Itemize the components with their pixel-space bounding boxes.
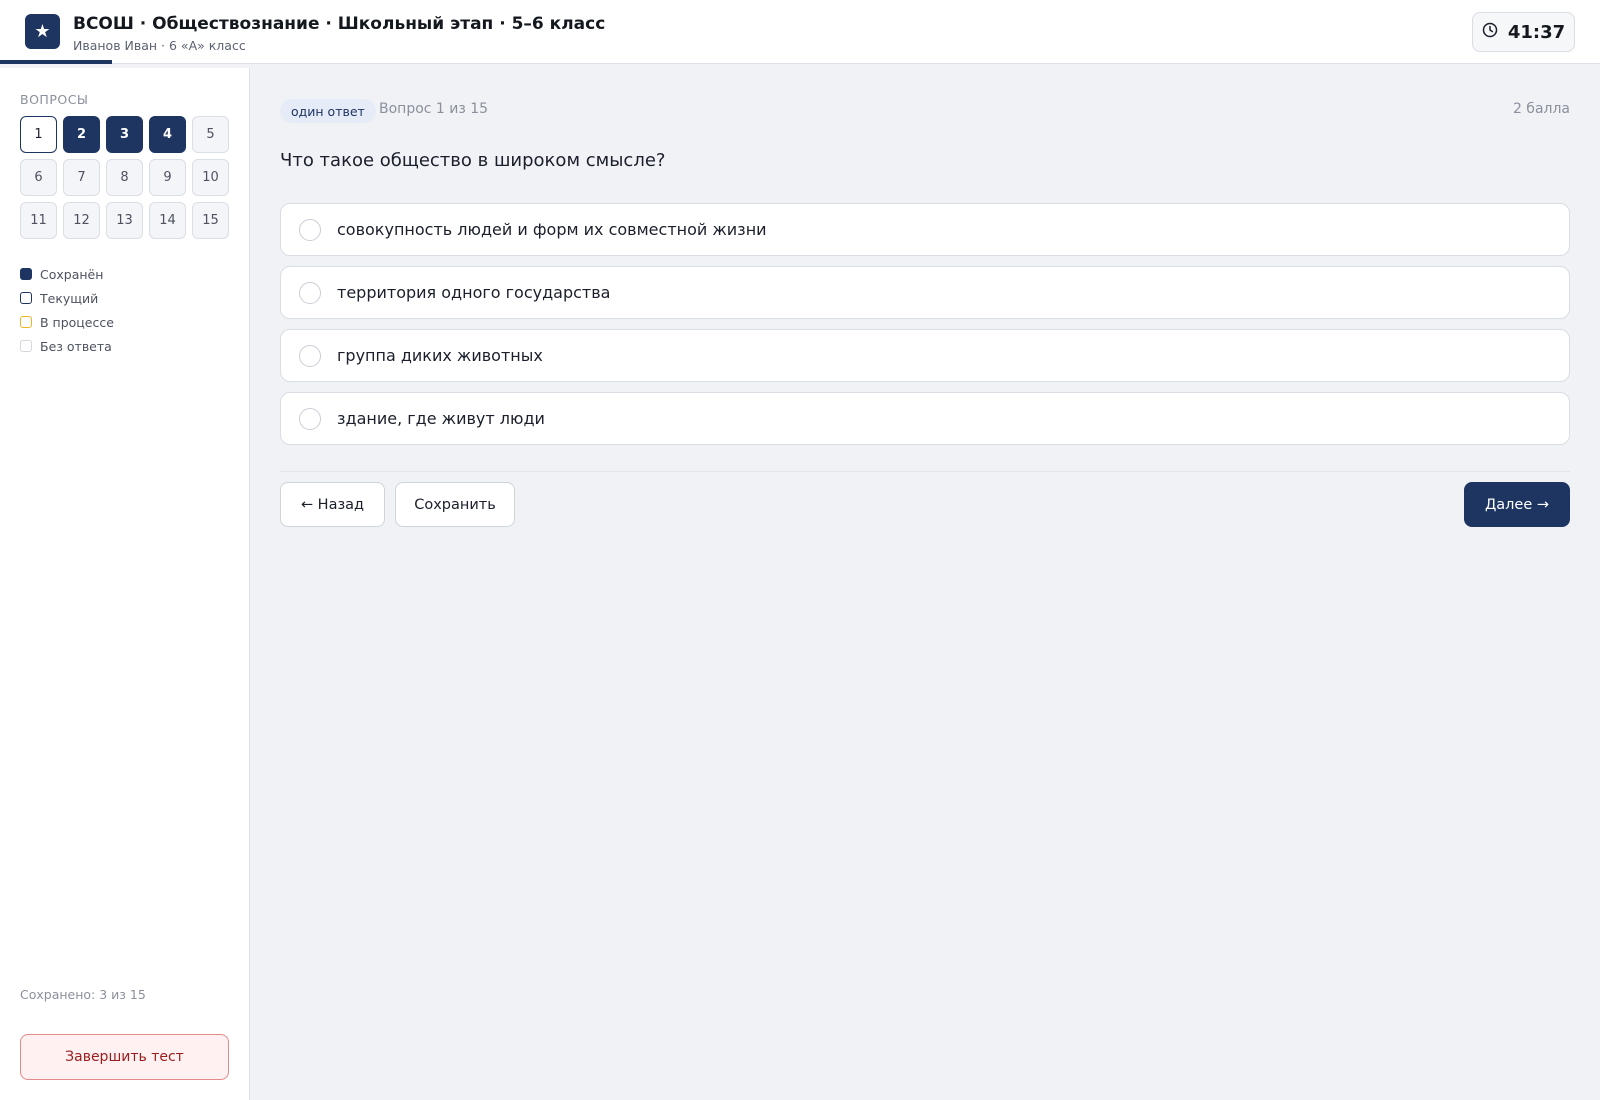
question-text: Что такое общество в широком смысле? [280, 150, 666, 171]
back-button[interactable]: ← Назад [280, 482, 385, 527]
answer-option[interactable]: здание, где живут люди [280, 392, 1570, 445]
question-nav-10[interactable]: 10 [192, 159, 229, 196]
legend-label: Текущий [40, 290, 99, 306]
question-nav-2[interactable]: 2 [63, 116, 100, 153]
answer-type-badge: один ответ [280, 99, 376, 123]
questions-heading: ВОПРОСЫ [20, 92, 89, 107]
saved-swatch-icon [20, 268, 32, 280]
question-nav-9[interactable]: 9 [149, 159, 186, 196]
next-button[interactable]: Далее → [1464, 482, 1570, 527]
in-progress-swatch-icon [20, 316, 32, 328]
current-swatch-icon [20, 292, 32, 304]
saved-count: Сохранено: 3 из 15 [20, 987, 146, 1002]
radio-button[interactable] [299, 281, 321, 304]
answer-option[interactable]: совокупность людей и форм их совместной … [280, 203, 1570, 256]
option-label: группа диких животных [337, 346, 543, 365]
answer-option[interactable]: группа диких животных [280, 329, 1570, 382]
timer-value: 41:37 [1507, 21, 1566, 43]
question-counter: Вопрос 1 из 15 [379, 101, 489, 117]
clock-icon [1482, 22, 1498, 42]
answer-option[interactable]: территория одного государства [280, 266, 1570, 319]
legend-no-answer: Без ответа [20, 334, 114, 358]
radio-button[interactable] [299, 218, 321, 241]
option-label: территория одного государства [337, 283, 611, 302]
question-nav-11[interactable]: 11 [20, 202, 57, 239]
student-info: Иванов Иван · 6 «А» класс [73, 38, 246, 53]
question-nav-7[interactable]: 7 [63, 159, 100, 196]
no-answer-swatch-icon [20, 340, 32, 352]
radio-button[interactable] [299, 344, 321, 367]
sidebar: ВОПРОСЫ 1 2 3 4 5 6 7 8 9 10 11 12 13 14 15 Сохранён Т… [0, 68, 250, 1100]
legend-label: Сохранён [40, 266, 104, 282]
legend-label: Без ответа [40, 338, 112, 354]
question-nav-6[interactable]: 6 [20, 159, 57, 196]
question-nav-3[interactable]: 3 [106, 116, 143, 153]
radio-button[interactable] [299, 407, 321, 430]
status-legend: Сохранён Текущий В процессе Без ответа [20, 262, 114, 358]
question-nav-4[interactable]: 4 [149, 116, 186, 153]
save-button[interactable]: Сохранить [395, 482, 515, 527]
test-title: ВСОШ · Обществознание · Школьный этап · … [73, 14, 606, 34]
progress-indicator [0, 60, 112, 64]
question-grid: 1 2 3 4 5 6 7 8 9 10 11 12 13 14 15 [20, 116, 229, 239]
legend-saved: Сохранён [20, 262, 114, 286]
legend-in-progress: В процессе [20, 310, 114, 334]
question-nav-5[interactable]: 5 [192, 116, 229, 153]
star-logo-icon: ★ [25, 14, 60, 49]
option-label: совокупность людей и форм их совместной … [337, 220, 767, 239]
answer-options: совокупность людей и форм их совместной … [280, 203, 1570, 455]
finish-test-button[interactable]: Завершить тест [20, 1034, 229, 1080]
legend-current: Текущий [20, 286, 114, 310]
question-nav-13[interactable]: 13 [106, 202, 143, 239]
question-nav-15[interactable]: 15 [192, 202, 229, 239]
question-nav-1[interactable]: 1 [20, 116, 57, 153]
question-nav-8[interactable]: 8 [106, 159, 143, 196]
question-points: 2 балла [1512, 101, 1570, 117]
top-bar: ★ ВСОШ · Обществознание · Школьный этап … [0, 0, 1600, 64]
timer: 41:37 [1472, 12, 1575, 52]
legend-label: В процессе [40, 314, 114, 330]
question-nav-12[interactable]: 12 [63, 202, 100, 239]
option-label: здание, где живут люди [337, 409, 545, 428]
divider [280, 471, 1570, 472]
question-nav-14[interactable]: 14 [149, 202, 186, 239]
